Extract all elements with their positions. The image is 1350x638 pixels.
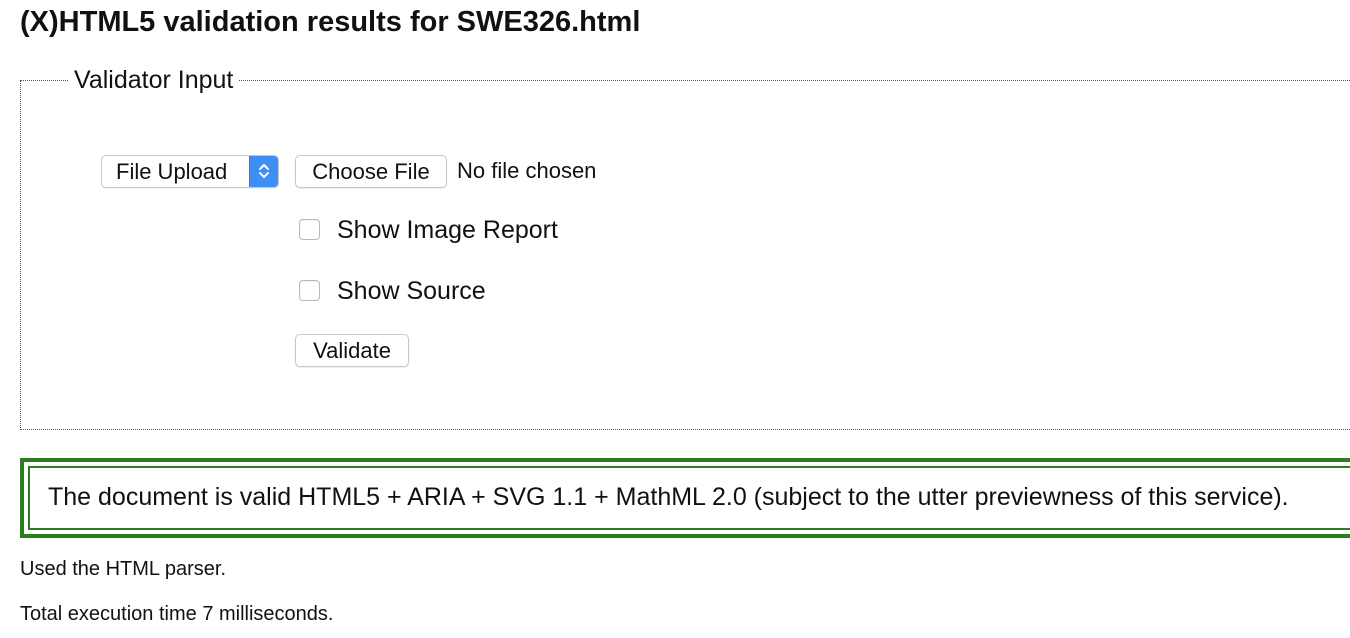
show-image-report-checkbox[interactable] [299,219,320,240]
validation-success-box: The document is valid HTML5 + ARIA + SVG… [20,458,1350,538]
file-status-text: No file chosen [457,158,597,183]
show-source-label[interactable]: Show Source [337,276,486,306]
show-source-checkbox[interactable] [299,280,320,301]
parser-note: Used the HTML parser. [20,558,227,580]
validation-success-inner-border: The document is valid HTML5 + ARIA + SVG… [28,466,1350,530]
validation-result-message: The document is valid HTML5 + ARIA + SVG… [48,483,1289,511]
input-mode-select[interactable]: File Upload [101,155,279,188]
execution-time-note: Total execution time 7 milliseconds. [20,603,334,625]
choose-file-button[interactable]: Choose File [295,155,447,188]
updown-chevron-icon[interactable] [249,156,278,187]
validation-results-page: (X)HTML5 validation results for SWE326.h… [0,0,1350,638]
input-mode-selected-value: File Upload [116,159,228,184]
validator-input-legend: Validator Input [69,65,239,95]
page-title: (X)HTML5 validation results for SWE326.h… [20,6,641,38]
updown-chevron-icon-svg [259,164,269,178]
validate-button[interactable]: Validate [295,334,409,367]
show-image-report-label[interactable]: Show Image Report [337,215,558,245]
validator-input-fieldset: Validator Input File Upload Choose File … [20,65,1350,430]
